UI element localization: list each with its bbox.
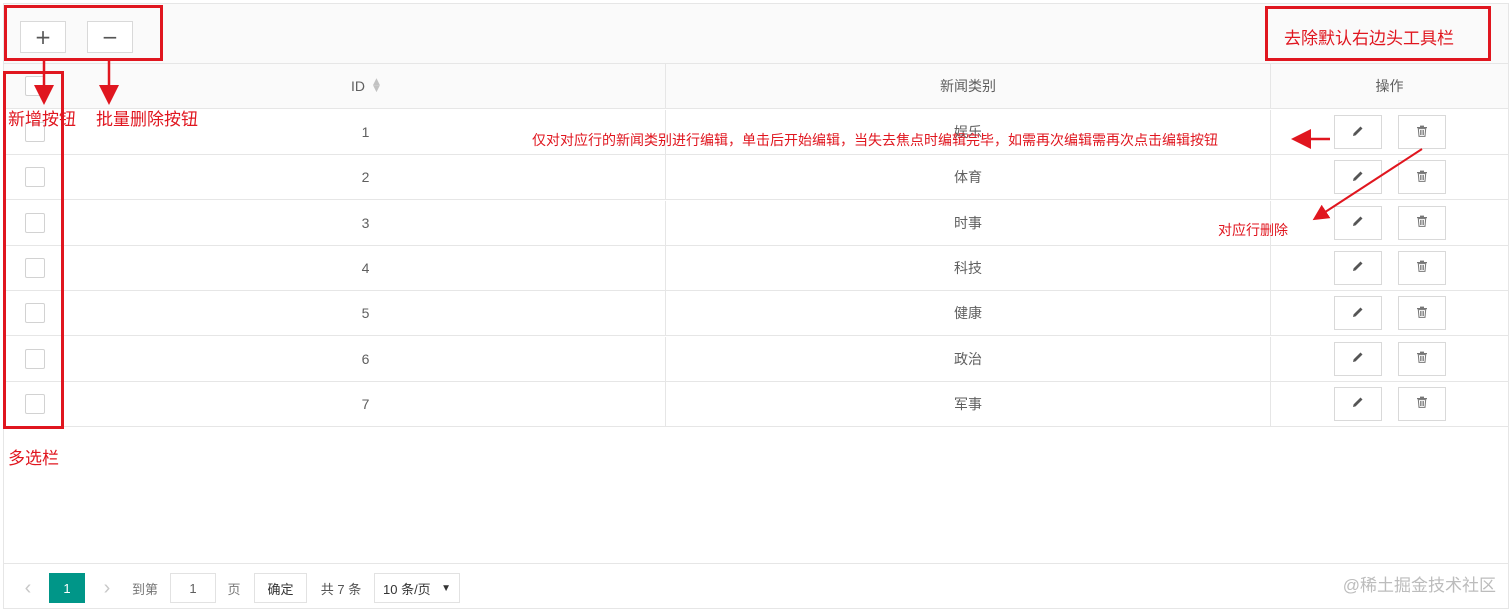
row-type[interactable]: 时事: [665, 200, 1270, 245]
annotation-add-button: 新增按钮: [8, 110, 76, 129]
row-id: 2: [66, 155, 665, 199]
annotation-toolbar-box: [4, 5, 163, 61]
trash-icon: [1415, 395, 1429, 412]
row-id: 7: [66, 382, 665, 426]
next-page-icon[interactable]: ›: [97, 573, 117, 603]
page-unit-label: 页: [227, 581, 241, 597]
row-type[interactable]: 体育: [665, 155, 1270, 200]
trash-icon: [1415, 350, 1429, 367]
pencil-icon: [1351, 395, 1365, 412]
delete-button[interactable]: [1397, 341, 1446, 376]
edit-button[interactable]: [1333, 115, 1382, 149]
row-type-value: 军事: [954, 395, 982, 412]
row-type-value: 时事: [954, 214, 982, 231]
trash-icon: [1415, 169, 1429, 186]
table-row: 5 健康: [4, 291, 1508, 337]
edit-button[interactable]: [1333, 296, 1382, 331]
trash-icon: [1415, 259, 1429, 276]
delete-button[interactable]: [1397, 160, 1446, 195]
goto-page-input[interactable]: 1: [170, 573, 216, 603]
delete-button[interactable]: [1397, 386, 1446, 421]
row-ops: [1270, 291, 1508, 336]
table-header-row: ID ▲ ▼ 新闻类别 操作: [4, 64, 1508, 109]
row-type[interactable]: 科技: [665, 245, 1270, 290]
pencil-icon: [1351, 305, 1365, 322]
annotation-multi-select: 多选栏: [8, 449, 59, 468]
edit-button[interactable]: [1333, 205, 1382, 240]
table-row: 2 体育: [4, 155, 1508, 201]
annotation-batch-delete: 批量删除按钮: [96, 110, 198, 129]
row-id-value: 6: [361, 350, 370, 367]
row-id-value: 3: [361, 214, 370, 231]
table-row: 6 政治: [4, 336, 1508, 382]
delete-button[interactable]: [1397, 115, 1446, 149]
chevron-down-icon: ▼: [441, 582, 451, 594]
header-id-label: ID: [351, 78, 366, 94]
delete-button[interactable]: [1397, 205, 1446, 240]
row-ops: [1270, 200, 1508, 245]
pencil-icon: [1351, 259, 1365, 276]
row-id-value: 7: [361, 395, 370, 412]
row-type[interactable]: 政治: [665, 336, 1270, 381]
annotation-remove-toolbar: 去除默认右边头工具栏: [1284, 29, 1454, 48]
page-size-select[interactable]: 10 条/页 ▼: [374, 573, 460, 603]
confirm-button[interactable]: 确定: [254, 573, 307, 603]
annotation-edit-note: 仅对对应行的新闻类别进行编辑，单击后开始编辑，当失去焦点时编辑完毕，如需再次编辑…: [532, 132, 1218, 148]
row-type-value: 政治: [954, 350, 982, 367]
row-type-value: 健康: [954, 305, 982, 322]
pencil-icon: [1351, 124, 1365, 141]
watermark: @稀土掘金技术社区: [1342, 576, 1496, 595]
trash-icon: [1415, 124, 1429, 141]
delete-button[interactable]: [1397, 250, 1446, 285]
goto-label: 到第: [131, 581, 158, 597]
pagination: ‹ 1 › 到第 1 页 确定 共 7 条 10 条/页 ▼: [4, 563, 1508, 609]
delete-button[interactable]: [1397, 296, 1446, 331]
row-type[interactable]: 军事: [665, 381, 1270, 426]
row-type-value: 科技: [954, 259, 982, 276]
row-type-value: 体育: [954, 169, 982, 186]
current-page[interactable]: 1: [49, 573, 85, 603]
row-id-value: 1: [361, 124, 370, 140]
table-row: 7 军事: [4, 381, 1508, 427]
table-row: 4 科技: [4, 245, 1508, 291]
header-type: 新闻类别: [665, 64, 1270, 108]
row-ops: [1270, 381, 1508, 426]
row-type[interactable]: 健康: [665, 291, 1270, 336]
sort-icon[interactable]: ▲ ▼: [373, 78, 380, 94]
row-id: 5: [66, 291, 665, 335]
row-id-value: 4: [361, 259, 370, 276]
header-ops-label: 操作: [1375, 78, 1404, 94]
header-id[interactable]: ID ▲ ▼: [66, 64, 665, 108]
edit-button[interactable]: [1333, 341, 1382, 376]
page-size-value: 10 条/页: [383, 581, 431, 597]
row-ops: [1270, 110, 1508, 154]
row-id-value: 2: [361, 169, 370, 186]
row-id: 3: [66, 201, 665, 245]
row-id: 6: [66, 337, 665, 381]
pencil-icon: [1351, 214, 1365, 231]
header-ops: 操作: [1270, 64, 1508, 108]
edit-button[interactable]: [1333, 386, 1382, 421]
row-ops: [1270, 155, 1508, 200]
trash-icon: [1415, 305, 1429, 322]
pencil-icon: [1351, 350, 1365, 367]
row-ops: [1270, 336, 1508, 381]
trash-icon: [1415, 214, 1429, 231]
pencil-icon: [1351, 169, 1365, 186]
row-id-value: 5: [361, 305, 370, 322]
row-id: 4: [66, 246, 665, 290]
total-count: 共 7 条: [320, 581, 362, 597]
prev-page-icon[interactable]: ‹: [18, 573, 38, 603]
row-ops: [1270, 245, 1508, 290]
header-type-label: 新闻类别: [940, 78, 996, 94]
annotation-row-delete: 对应行删除: [1218, 222, 1288, 238]
edit-button[interactable]: [1333, 250, 1382, 285]
edit-button[interactable]: [1333, 160, 1382, 195]
